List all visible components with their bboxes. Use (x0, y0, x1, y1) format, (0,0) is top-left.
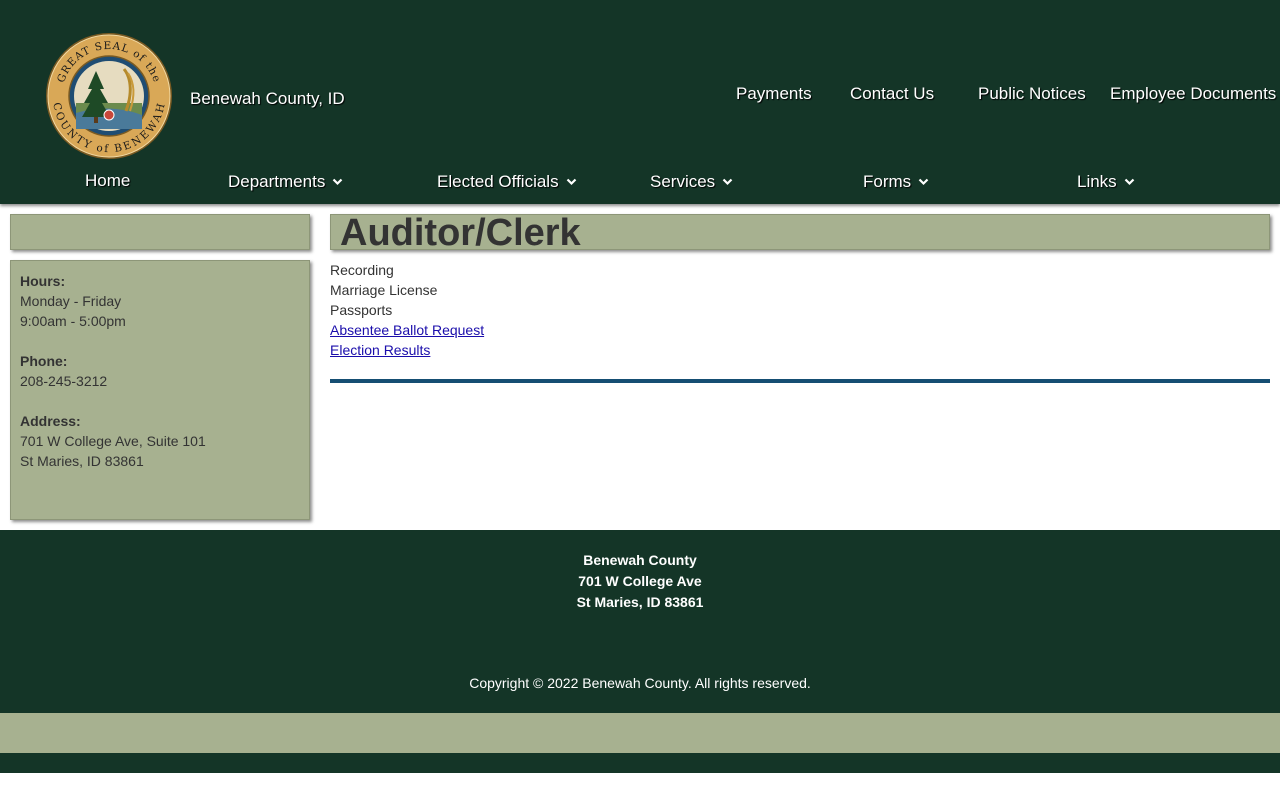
address-line-1: 701 W College Ave, Suite 101 (20, 433, 206, 449)
footer-bottom-bar (0, 753, 1280, 773)
nav-item-services[interactable]: Services (650, 171, 733, 192)
nav-item-label: Forms (863, 172, 912, 191)
nav-item-label: Services (650, 172, 716, 191)
list-item-passports: Passports (330, 302, 393, 318)
nav-item-links[interactable]: Links (1077, 171, 1135, 192)
hours-time: 9:00am - 5:00pm (20, 313, 126, 329)
phone-label: Phone: (20, 353, 68, 369)
election-results-link[interactable]: Election Results (330, 340, 484, 360)
hours-days: Monday - Friday (20, 293, 122, 309)
footer-county-name: Benewah County (583, 552, 697, 568)
nav-item-forms[interactable]: Forms (863, 171, 929, 192)
list-item-recording: Recording (330, 262, 394, 278)
county-seal-logo[interactable]: GREAT SEAL of the COUNTY of BENEWAH (46, 33, 172, 159)
top-link-public-notices[interactable]: Public Notices (978, 84, 1086, 104)
site-name[interactable]: Benewah County, ID (190, 89, 345, 109)
nav-item-elected-officials[interactable]: Elected Officials (437, 171, 577, 192)
top-link-employee-documents[interactable]: Employee Documents (1110, 84, 1276, 104)
nav-item-label: Links (1077, 172, 1117, 191)
sidebar-info-panel: Hours: Monday - Friday 9:00am - 5:00pm P… (10, 260, 310, 520)
top-link-contact-us[interactable]: Contact Us (850, 84, 934, 104)
footer-address: Benewah County 701 W College Ave St Mari… (0, 550, 1280, 613)
absentee-ballot-request-link[interactable]: Absentee Ballot Request (330, 320, 484, 340)
list-item-marriage-license: Marriage License (330, 282, 438, 298)
chevron-down-icon (722, 171, 733, 191)
nav-item-label: Departments (228, 172, 326, 191)
footer-address-line-2: St Maries, ID 83861 (576, 594, 704, 610)
chevron-down-icon (918, 171, 929, 191)
site-header: GREAT SEAL of the COUNTY of BENEWAH Bene… (0, 0, 1280, 204)
chevron-down-icon (566, 171, 577, 191)
copyright-notice: Copyright © 2022 Benewah County. All rig… (469, 675, 811, 691)
sidebar-header-panel (10, 214, 310, 250)
department-services-list: Recording Marriage License Passports Abs… (330, 260, 484, 360)
content-divider (330, 379, 1270, 383)
address-label: Address: (20, 413, 81, 429)
page-title-bar: Auditor/Clerk (330, 212, 1270, 254)
chevron-down-icon (332, 171, 343, 191)
address-line-2: St Maries, ID 83861 (20, 453, 144, 469)
nav-item-label: Elected Officials (437, 172, 559, 191)
nav-item-label: Home (85, 171, 131, 190)
footer-band (0, 713, 1280, 753)
page-title: Auditor/Clerk (340, 212, 581, 254)
nav-item-home[interactable]: Home (85, 171, 130, 191)
hours-label: Hours: (20, 273, 66, 289)
site-footer: Benewah County 701 W College Ave St Mari… (0, 530, 1280, 713)
nav-item-departments[interactable]: Departments (228, 171, 343, 192)
chevron-down-icon (1124, 171, 1135, 191)
footer-address-line-1: 701 W College Ave (578, 573, 702, 589)
phone-number: 208-245-3212 (20, 373, 108, 389)
top-link-payments[interactable]: Payments (736, 84, 812, 104)
